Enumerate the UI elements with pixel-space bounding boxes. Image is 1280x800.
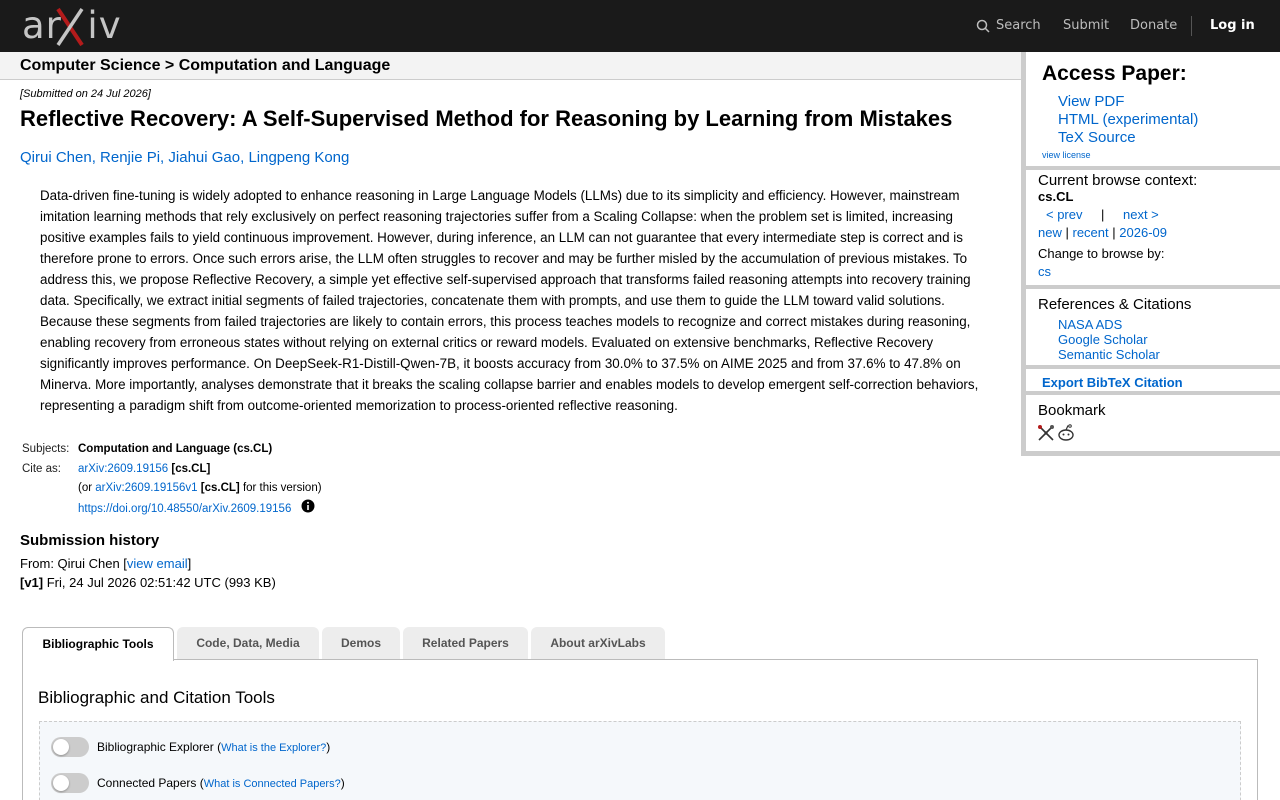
top-nav-bar: ar iv Search Submit Donate Log in — [0, 0, 1280, 52]
arxiv-logo[interactable]: ar iv — [22, 4, 121, 48]
recent-link[interactable]: recent — [1073, 225, 1109, 240]
browse-context-title: Current browse context: — [1038, 172, 1198, 189]
cite-or-suffix: for this version) — [239, 482, 322, 494]
export-bibtex-link[interactable]: Export BibTeX Citation — [1042, 375, 1183, 390]
close-paren: ) — [340, 776, 345, 790]
paper-title: Reflective Recovery: A Self-Supervised M… — [20, 106, 953, 131]
google-scholar-link[interactable]: Google Scholar — [1058, 332, 1148, 347]
cite-as-label: Cite as: — [22, 463, 61, 475]
view-license-link[interactable]: view license — [1042, 150, 1091, 160]
nasa-ads-link[interactable]: NASA ADS — [1058, 317, 1122, 332]
cite-v1-category: [cs.CL] — [200, 482, 240, 494]
close-paren: ) — [326, 740, 331, 754]
submission-history-title: Submission history — [20, 532, 160, 549]
nav-divider — [1191, 16, 1192, 36]
submission-from: From: Qirui Chen [view email] — [20, 556, 191, 571]
panel-title: Bibliographic and Citation Tools — [38, 688, 275, 707]
next-link[interactable]: next > — [1123, 207, 1159, 222]
prev-link[interactable]: < prev — [1046, 207, 1083, 222]
browse-context-category: cs.CL — [1038, 189, 1074, 204]
doi-link[interactable]: https://doi.org/10.48550/arXiv.2609.1915… — [78, 503, 291, 515]
category-header: Computer Science > Computation and Langu… — [0, 52, 1021, 80]
tab-bibliographic-tools[interactable]: Bibliographic Tools — [22, 627, 174, 661]
cite-v1-link[interactable]: arXiv:2609.19156v1 — [95, 482, 197, 494]
bibliographic-explorer-toggle[interactable] — [51, 737, 89, 757]
tex-source-link[interactable]: TeX Source — [1058, 129, 1136, 146]
what-is-connected-papers-link[interactable]: What is Connected Papers? — [204, 778, 341, 790]
toggle-knob — [53, 775, 69, 791]
subjects-label: Subjects: — [22, 443, 70, 455]
separator: | — [1065, 225, 1069, 240]
submit-link[interactable]: Submit — [1063, 0, 1109, 52]
reddit-icon[interactable] — [1057, 424, 1075, 442]
bibliographic-explorer-label: Bibliographic Explorer (What is the Expl… — [97, 740, 330, 754]
version-date: Fri, 24 Jul 2026 02:51:42 UTC (993 KB) — [43, 575, 276, 590]
tab-about-arxivlabs[interactable]: About arXivLabs — [531, 627, 665, 659]
login-link[interactable]: Log in — [1210, 0, 1255, 52]
version-label: [v1] — [20, 575, 44, 590]
search-link[interactable]: Search — [976, 0, 1041, 52]
connected-papers-toggle[interactable] — [51, 773, 89, 793]
bookmark-title: Bookmark — [1038, 402, 1106, 419]
logo-x-icon — [56, 7, 84, 47]
paper-abstract: Data-driven fine-tuning is widely adopte… — [40, 188, 979, 413]
open-paren: ( — [213, 740, 222, 754]
breadcrumb: Computer Science > Computation and Langu… — [20, 57, 391, 74]
tab-related-papers[interactable]: Related Papers — [403, 627, 528, 659]
separator: | — [1112, 225, 1116, 240]
bibsonomy-icon[interactable] — [1037, 424, 1055, 442]
info-icon[interactable] — [301, 499, 315, 513]
cite-as-row: arXiv:2609.19156 [cs.CL] — [78, 463, 210, 475]
browse-cs-link[interactable]: cs — [1038, 264, 1051, 279]
version-v1: [v1] Fri, 24 Jul 2026 02:51:42 UTC (993 … — [20, 575, 276, 590]
search-icon — [976, 19, 990, 33]
view-email-link[interactable]: view email — [127, 556, 188, 571]
tool-name: Bibliographic Explorer — [97, 740, 214, 754]
prev-next-separator: | — [1101, 207, 1105, 222]
doi-row: https://doi.org/10.48550/arXiv.2609.1915… — [78, 503, 291, 515]
browse-list-links: new | recent | 2026-09 — [1038, 225, 1167, 240]
cite-arxiv-id-link[interactable]: arXiv:2609.19156 — [78, 463, 168, 475]
donate-link[interactable]: Donate — [1130, 0, 1177, 52]
submission-date: [Submitted on 24 Jul 2026] — [20, 88, 151, 100]
toggle-knob — [53, 739, 69, 755]
new-link[interactable]: new — [1038, 225, 1062, 240]
cite-or-prefix: (or — [78, 482, 96, 494]
search-label: Search — [996, 18, 1041, 33]
html-experimental-link[interactable]: HTML (experimental) — [1058, 111, 1198, 128]
semantic-scholar-link[interactable]: Semantic Scholar — [1058, 347, 1160, 362]
tab-demos[interactable]: Demos — [322, 627, 400, 659]
open-paren: ( — [196, 776, 204, 790]
tool-name: Connected Papers — [97, 776, 197, 790]
cite-category: [cs.CL] — [171, 463, 211, 475]
cite-version-row: (or arXiv:2609.19156v1 [cs.CL] for this … — [78, 482, 322, 494]
connected-papers-label: Connected Papers (What is Connected Pape… — [97, 776, 345, 790]
what-is-explorer-link[interactable]: What is the Explorer? — [221, 742, 326, 754]
references-title: References & Citations — [1038, 296, 1192, 313]
access-paper-title: Access Paper: — [1042, 62, 1187, 85]
from-suffix: ] — [187, 556, 192, 571]
month-link[interactable]: 2026-09 — [1119, 225, 1167, 240]
subjects-value: Computation and Language (cs.CL) — [78, 443, 273, 455]
tab-code-data-media[interactable]: Code, Data, Media — [177, 627, 319, 659]
from-prefix: From: Qirui Chen [ — [20, 556, 127, 571]
change-browse-label: Change to browse by: — [1038, 246, 1165, 261]
paper-authors[interactable]: Qirui Chen, Renjie Pi, Jiahui Gao, Lingp… — [20, 149, 349, 166]
view-pdf-link[interactable]: View PDF — [1058, 93, 1124, 110]
